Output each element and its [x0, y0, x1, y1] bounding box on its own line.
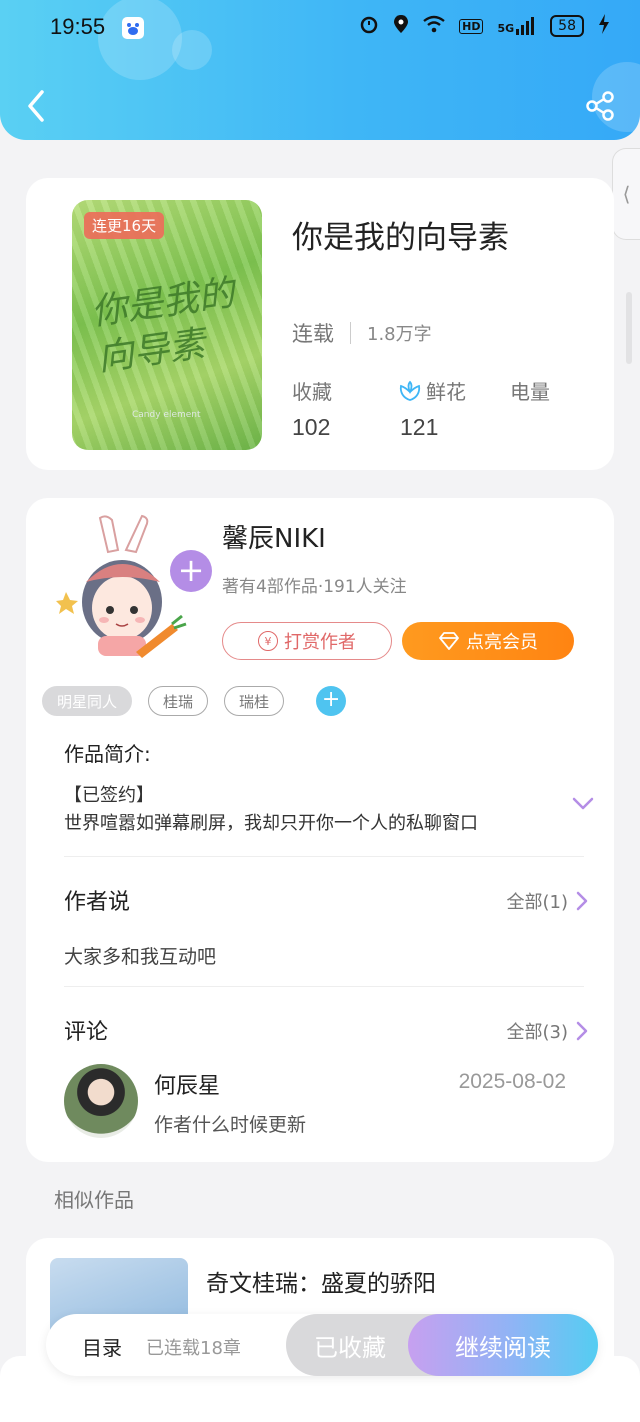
chevron-right-icon	[576, 1021, 588, 1041]
flowers-count: 121	[400, 414, 439, 440]
similar-work-title[interactable]: 奇文桂瑞：盛夏的骄阳	[206, 1264, 436, 1298]
meta-divider	[350, 322, 351, 344]
author-says-count: 全部(1)	[506, 892, 569, 913]
tag-list: 明星同人 桂瑞 瑞桂 +	[42, 686, 347, 716]
intro-line-2: 世界喧嚣如弹幕刷屏，我却只开你一个人的私聊窗口	[64, 813, 478, 834]
author-stats: 著有4部作品·191人关注	[222, 577, 407, 597]
toc-button[interactable]: 目录	[82, 1332, 122, 1361]
similar-works-label: 相似作品	[54, 1188, 134, 1212]
author-name[interactable]: 馨辰NIKI	[222, 518, 326, 555]
diamond-icon	[439, 632, 459, 650]
author-avatar[interactable]: +	[56, 512, 212, 658]
book-meta: 连载 1.8万字	[292, 318, 432, 348]
commenter-avatar[interactable]	[64, 1064, 138, 1138]
add-tag-button[interactable]: +	[316, 686, 347, 716]
favorites-count: 102	[292, 414, 331, 440]
battery-indicator: 58	[550, 15, 584, 37]
author-says-text: 大家多和我互动吧	[64, 946, 217, 968]
wifi-icon	[423, 15, 445, 37]
vip-button[interactable]: 点亮会员	[402, 622, 574, 660]
bottom-action-bar: 目录 已连载18章 已收藏 继续阅读	[46, 1314, 598, 1376]
author-says-more-link[interactable]: 全部(1)	[507, 888, 589, 914]
intro-label: 作品简介:	[64, 742, 151, 766]
comment-date: 2025-08-02	[458, 1070, 566, 1093]
book-info-card: 连更16天 你是我的向导素 Candy element 你是我的向导素 连载 1…	[26, 178, 614, 470]
update-streak-badge: 连更16天	[84, 212, 165, 239]
cover-subtitle: Candy element	[132, 410, 201, 420]
reward-label: 打赏作者	[284, 632, 356, 653]
book-cover[interactable]: 连更16天 你是我的向导素 Candy element	[72, 200, 262, 450]
chapter-count[interactable]: 已连载18章	[146, 1334, 241, 1360]
signal-icon: 5G	[497, 17, 536, 35]
comment-text[interactable]: 作者什么时候更新	[154, 1110, 306, 1137]
follow-author-button[interactable]: +	[170, 550, 212, 592]
side-drawer-tab[interactable]: ⟨	[612, 148, 640, 240]
flowers-stat[interactable]: 鲜花	[398, 376, 466, 405]
book-title: 你是我的向导素	[292, 220, 509, 256]
hd-icon: HD	[459, 18, 484, 34]
comments-count: 全部(3)	[506, 1022, 569, 1043]
tag-item[interactable]: 瑞桂	[224, 686, 285, 716]
continue-reading-button[interactable]: 继续阅读	[408, 1314, 598, 1376]
flowers-label: 鲜花	[426, 380, 466, 404]
word-count: 1.8万字	[367, 324, 432, 345]
chevron-down-icon	[572, 797, 594, 810]
status-icons: HD 5G 58	[359, 14, 610, 38]
expand-intro-button[interactable]	[572, 796, 594, 810]
reward-author-button[interactable]: ¥ 打赏作者	[222, 622, 392, 660]
scroll-indicator[interactable]	[626, 292, 632, 364]
author-card: + 馨辰NIKI 著有4部作品·191人关注 ¥ 打赏作者 点亮会员 明星同人 …	[26, 498, 614, 1162]
share-icon	[586, 91, 614, 121]
serial-status: 连载	[292, 322, 334, 346]
status-time: 19:55	[50, 14, 106, 39]
vip-label: 点亮会员	[466, 632, 538, 653]
share-button[interactable]	[584, 90, 616, 122]
intro-line-1: 【已签约】	[64, 785, 154, 806]
alarm-icon	[359, 14, 379, 38]
tag-item[interactable]: 桂瑞	[148, 686, 209, 716]
author-says-label: 作者说	[64, 890, 131, 915]
divider	[64, 856, 584, 857]
tag-item[interactable]: 明星同人	[42, 686, 133, 716]
header: 19:55 HD 5G 58	[0, 0, 640, 140]
status-bar: 19:55 HD 5G 58	[0, 0, 640, 58]
divider	[64, 986, 584, 987]
commenter-name[interactable]: 何辰星	[154, 1068, 220, 1100]
flower-icon	[399, 380, 421, 401]
back-button[interactable]	[22, 86, 50, 126]
favorites-label: 收藏	[292, 380, 332, 404]
location-icon	[393, 14, 409, 38]
yen-icon: ¥	[258, 631, 278, 651]
chevron-left-icon: ⟨	[622, 182, 631, 206]
intro-text[interactable]: 【已签约】 世界喧嚣如弹幕刷屏，我却只开你一个人的私聊窗口	[64, 782, 554, 838]
comments-label: 评论	[64, 1020, 109, 1045]
comments-more-link[interactable]: 全部(3)	[507, 1018, 589, 1044]
power-label[interactable]: 电量	[510, 376, 550, 405]
baidu-app-icon	[122, 17, 144, 39]
chevron-right-icon	[576, 891, 588, 911]
network-type: 5G	[497, 22, 515, 35]
charging-icon	[598, 14, 610, 38]
